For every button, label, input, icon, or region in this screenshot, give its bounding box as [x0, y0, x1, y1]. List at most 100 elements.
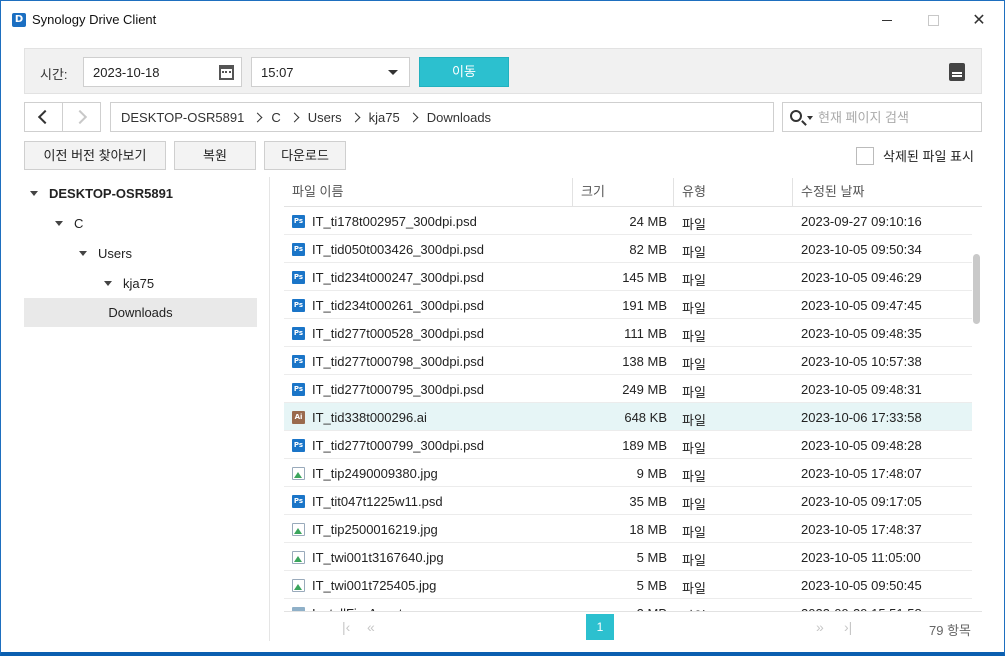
breadcrumb-item-kja75[interactable]: kja75 [369, 110, 400, 125]
tree-item-desktop[interactable]: DESKTOP-OSR5891 [30, 179, 173, 207]
column-header-size[interactable]: 크기 [573, 178, 674, 207]
current-page-button[interactable]: 1 [586, 614, 614, 640]
file-size: 191 MB [622, 298, 667, 313]
table-row[interactable]: InstallFiraAgent...2 MB파일2023-09-29 15:5… [284, 599, 972, 611]
jpg-file-icon [292, 467, 305, 480]
file-size: 145 MB [622, 270, 667, 285]
table-row[interactable]: Ps IT_ti178t002957_300dpi.psd 24 MB 파일 2023-… [284, 207, 972, 235]
table-row[interactable]: IT_tip2500016219.jpg 18 MB 파일 2023-10-05 17… [284, 515, 972, 543]
browse-previous-versions-button[interactable]: 이전 버전 찾아보기 [24, 141, 166, 170]
expand-triangle-icon[interactable] [79, 250, 87, 256]
file-type: 파일 [682, 357, 706, 372]
first-page-button[interactable]: |‹ [342, 619, 350, 635]
expand-triangle-icon[interactable] [104, 280, 112, 286]
vertical-scrollbar[interactable] [973, 254, 980, 324]
maximize-button[interactable] [910, 7, 956, 33]
file-name: IT_tip2500016219.jpg [312, 522, 438, 537]
minimize-button[interactable] [864, 7, 910, 33]
column-header-date[interactable]: 수정된 날짜 [793, 178, 982, 207]
go-button[interactable]: 이동 [419, 57, 509, 87]
chevron-down-icon[interactable] [807, 116, 813, 120]
table-row[interactable]: Ps IT_tid234t000261_300dpi.psd 191 MB 파일 202… [284, 291, 972, 319]
table-row[interactable]: Ps IT_tid277t000799_300dpi.psd 189 MB 파일 202… [284, 431, 972, 459]
date-picker[interactable]: 2023-10-18 [83, 57, 242, 87]
time-select[interactable]: 15:07 [251, 57, 410, 87]
breadcrumb-item-c[interactable]: C [271, 110, 280, 125]
chevron-right-icon [252, 112, 263, 122]
file-name-cell: IT_twi001t3167640.jpg [292, 550, 444, 565]
file-rows: Ps IT_ti178t002957_300dpi.psd 24 MB 파일 2023-… [284, 207, 972, 611]
table-row[interactable]: IT_twi001t3167640.jpg 5 MB 파일 2023-10-05 11… [284, 543, 972, 571]
breadcrumb-item-desktop[interactable]: DESKTOP-OSR5891 [121, 110, 244, 125]
file-modified-date: 2023-10-05 17:48:37 [801, 522, 922, 537]
file-name-cell: Ps IT_tid277t000795_300dpi.psd [292, 382, 484, 397]
expand-triangle-icon[interactable] [30, 190, 38, 196]
file-size: 9 MB [636, 466, 667, 481]
file-name: IT_tid277t000528_300dpi.psd [312, 326, 485, 341]
chevron-right-icon [72, 109, 88, 125]
document-icon[interactable] [949, 63, 965, 81]
breadcrumb-item-users[interactable]: Users [308, 110, 342, 125]
file-name: IT_tid338t000296.ai [312, 410, 427, 425]
search-box[interactable] [782, 102, 982, 132]
column-header-name[interactable]: 파일 이름 [284, 178, 573, 207]
psd-file-icon: Ps [292, 243, 305, 256]
file-size: 24 MB [629, 214, 667, 229]
search-input[interactable] [818, 108, 978, 126]
table-row[interactable]: IT_twi001t725405.jpg 5 MB 파일 2023-10-05 09:… [284, 571, 972, 599]
forward-button[interactable] [62, 102, 101, 132]
file-modified-date: 2023-10-05 09:46:29 [801, 270, 922, 285]
calendar-icon[interactable] [219, 65, 234, 80]
file-name: IT_ti178t002957_300dpi.psd [312, 214, 477, 229]
file-name: IT_tip2490009380.jpg [312, 466, 438, 481]
table-row[interactable]: Ps IT_tid050t003426_300dpi.psd 82 MB 파일 2023… [284, 235, 972, 263]
chevron-down-icon[interactable] [388, 70, 398, 75]
file-type: 파일 [682, 385, 706, 400]
expand-triangle-icon[interactable] [55, 220, 63, 226]
file-modified-date: 2023-10-05 09:48:35 [801, 326, 922, 341]
tree-item-kja75[interactable]: kja75 [104, 269, 154, 297]
previous-page-button[interactable]: « [367, 619, 375, 635]
chevron-right-icon [408, 112, 419, 122]
psd-file-icon: Ps [292, 271, 305, 284]
download-button[interactable]: 다운로드 [264, 141, 346, 170]
file-modified-date: 2023-10-06 17:33:58 [801, 410, 922, 425]
last-page-button[interactable]: ›| [844, 619, 852, 635]
file-size: 5 MB [636, 578, 667, 593]
file-modified-date: 2023-10-05 09:50:45 [801, 578, 922, 593]
tree-item-users[interactable]: Users [79, 239, 132, 267]
file-name: IT_tid234t000261_300dpi.psd [312, 298, 485, 313]
tree-item-downloads[interactable]: Downloads [24, 298, 257, 327]
tree-item-c[interactable]: C [55, 209, 83, 237]
table-row[interactable]: Ps IT_tid277t000795_300dpi.psd 249 MB 파일 202… [284, 375, 972, 403]
breadcrumb-item-downloads[interactable]: Downloads [427, 110, 491, 125]
tree-item-label: Downloads [108, 305, 173, 320]
search-icon[interactable] [790, 110, 802, 122]
table-row[interactable]: IT_tip2490009380.jpg 9 MB 파일 2023-10-05 17:… [284, 459, 972, 487]
column-header-type[interactable]: 유형 [674, 178, 793, 207]
restore-button[interactable]: 복원 [174, 141, 256, 170]
psd-file-icon: Ps [292, 439, 305, 452]
table-row[interactable]: Ps IT_tid234t000247_300dpi.psd 145 MB 파일 202… [284, 263, 972, 291]
close-button[interactable]: ✕ [956, 7, 1002, 33]
date-value: 2023-10-18 [93, 65, 160, 80]
file-modified-date: 2023-09-27 09:10:16 [801, 214, 922, 229]
file-size: 18 MB [629, 522, 667, 537]
file-type: 파일 [682, 217, 706, 232]
file-type: 파일 [682, 413, 706, 428]
show-deleted-toggle[interactable]: 삭제된 파일 표시 [856, 146, 974, 165]
file-name-cell: IT_tip2490009380.jpg [292, 466, 438, 481]
psd-file-icon: Ps [292, 327, 305, 340]
synology-drive-logo-icon: D [12, 13, 26, 27]
table-row[interactable]: Ps IT_tid277t000528_300dpi.psd 111 MB 파일 202… [284, 319, 972, 347]
next-page-button[interactable]: » [816, 619, 824, 635]
file-name-cell: IT_tip2500016219.jpg [292, 522, 438, 537]
show-deleted-checkbox[interactable] [856, 146, 874, 165]
window-title: Synology Drive Client [32, 12, 157, 27]
back-button[interactable] [24, 102, 63, 132]
table-row[interactable]: Ai IT_tid338t000296.ai 648 KB 파일 2023-10-06 … [284, 403, 972, 431]
jpg-file-icon [292, 551, 305, 564]
app-window: D Synology Drive Client ✕ 시간: 2023-10-18… [0, 0, 1005, 656]
table-row[interactable]: Ps IT_tit047t1225w11.psd 35 MB 파일 2023-10-05… [284, 487, 972, 515]
table-row[interactable]: Ps IT_tid277t000798_300dpi.psd 138 MB 파일 202… [284, 347, 972, 375]
